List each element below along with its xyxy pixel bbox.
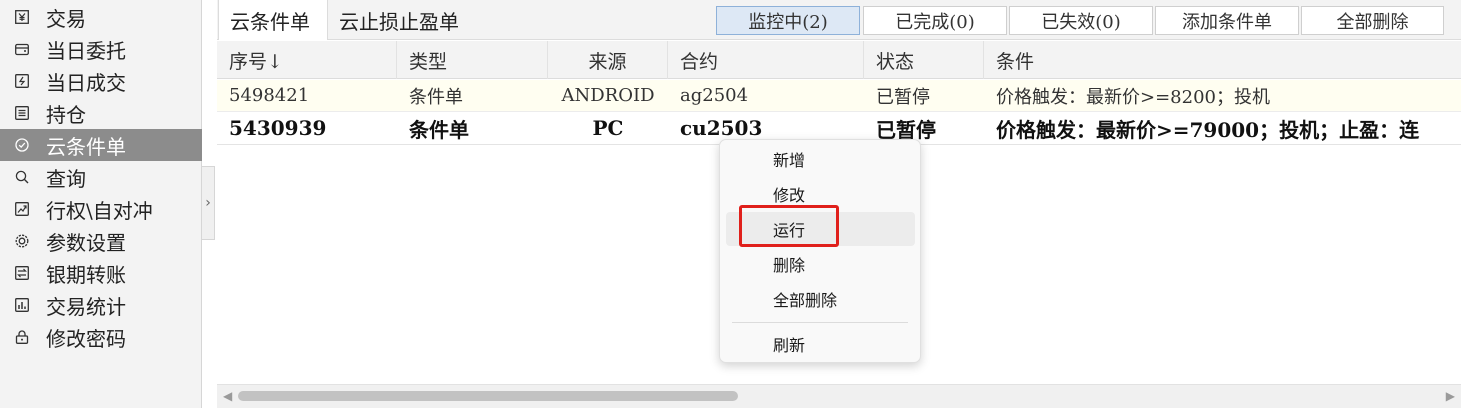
sidebar-item-label: 银期转账 xyxy=(46,262,126,287)
sidebar-item-label: 交易 xyxy=(46,6,86,31)
cell-source: ANDROID xyxy=(561,85,655,106)
column-header-contract[interactable]: 合约 xyxy=(668,41,864,79)
sidebar: 交易 当日委托 当日成交 持仓 云条件单 查询 行权\自对冲 参数设置 银期转账… xyxy=(0,0,202,408)
tab-cloud-conditional[interactable]: 云条件单 xyxy=(218,0,328,40)
wallet-icon xyxy=(14,41,30,57)
scrollbar-thumb[interactable] xyxy=(238,391,738,401)
tab-label: 云止损止盈单 xyxy=(339,9,459,34)
column-header-condition[interactable]: 条件 xyxy=(984,41,1461,79)
cell-type: 条件单 xyxy=(409,86,463,108)
table-header: 序号↓ 类型 来源 合约 状态 条件 xyxy=(217,41,1461,79)
sidebar-collapse-handle[interactable]: › xyxy=(202,166,215,240)
failed-button[interactable]: 已失效(0) xyxy=(1009,6,1153,35)
menu-separator xyxy=(732,322,908,323)
sidebar-item-bank-transfer[interactable]: 银期转账 xyxy=(0,257,202,289)
yen-icon xyxy=(14,9,30,25)
tab-cloud-stop-loss[interactable]: 云止损止盈单 xyxy=(328,0,488,40)
chart-icon xyxy=(14,201,30,217)
bar-chart-icon xyxy=(14,297,30,313)
toolbar: 云条件单 云止损止盈单 监控中(2) 已完成(0) 已失效(0) 添加条件单 全… xyxy=(217,0,1461,40)
menu-item-delete-all[interactable]: 全部删除 xyxy=(726,282,915,316)
sidebar-item-label: 云条件单 xyxy=(46,134,126,159)
sidebar-item-label: 交易统计 xyxy=(46,294,126,319)
table-row[interactable]: 5498421 条件单 ANDROID ag2504 已暂停 价格触发：最新价>… xyxy=(217,80,1461,112)
completed-button[interactable]: 已完成(0) xyxy=(863,6,1007,35)
menu-item-run[interactable]: 运行 xyxy=(726,212,915,246)
context-menu: 新增 修改 运行 删除 全部删除 刷新 xyxy=(719,139,921,363)
transfer-icon xyxy=(14,265,30,281)
add-conditional-button[interactable]: 添加条件单 xyxy=(1155,6,1299,35)
gear-icon xyxy=(14,233,30,249)
sidebar-item-today-deals[interactable]: 当日成交 xyxy=(0,65,202,97)
sidebar-item-label: 当日委托 xyxy=(46,38,126,63)
deal-icon xyxy=(14,73,30,89)
sidebar-item-today-orders[interactable]: 当日委托 xyxy=(0,33,202,65)
cell-id: 5430939 xyxy=(229,116,327,140)
scroll-right-arrow-icon[interactable]: ▶ xyxy=(1446,389,1455,403)
sidebar-item-label: 修改密码 xyxy=(46,326,126,351)
list-icon xyxy=(14,105,30,121)
lock-icon xyxy=(14,329,30,345)
column-header-source[interactable]: 来源 xyxy=(548,41,668,79)
sidebar-item-settings[interactable]: 参数设置 xyxy=(0,225,202,257)
sidebar-item-cloud-conditional[interactable]: 云条件单 xyxy=(0,129,202,161)
chevron-right-icon: › xyxy=(205,195,211,211)
menu-item-delete[interactable]: 删除 xyxy=(726,247,915,281)
cell-id: 5498421 xyxy=(229,85,310,106)
sidebar-item-label: 当日成交 xyxy=(46,70,126,95)
sidebar-item-label: 查询 xyxy=(46,166,86,191)
sidebar-item-label: 行权\自对冲 xyxy=(46,198,153,223)
sidebar-item-exercise[interactable]: 行权\自对冲 xyxy=(0,193,202,225)
sidebar-item-query[interactable]: 查询 xyxy=(0,161,202,193)
cell-condition: 价格触发：最新价>=79000；投机；止盈：连 xyxy=(996,117,1420,142)
menu-item-new[interactable]: 新增 xyxy=(726,142,915,176)
tab-label: 云条件单 xyxy=(230,9,310,34)
cell-condition: 价格触发：最新价>=8200；投机 xyxy=(996,86,1270,108)
search-icon xyxy=(14,169,30,185)
sidebar-item-trade[interactable]: 交易 xyxy=(0,1,202,33)
sidebar-item-statistics[interactable]: 交易统计 xyxy=(0,289,202,321)
column-header-type[interactable]: 类型 xyxy=(397,41,548,79)
sidebar-item-positions[interactable]: 持仓 xyxy=(0,97,202,129)
sidebar-item-change-password[interactable]: 修改密码 xyxy=(0,321,202,353)
cell-contract: ag2504 xyxy=(680,85,749,106)
column-header-id[interactable]: 序号↓ xyxy=(217,41,397,79)
menu-item-edit[interactable]: 修改 xyxy=(726,177,915,211)
sidebar-item-label: 参数设置 xyxy=(46,230,126,255)
menu-item-refresh[interactable]: 刷新 xyxy=(726,327,915,361)
cell-type: 条件单 xyxy=(409,117,469,142)
sidebar-item-label: 持仓 xyxy=(46,102,86,127)
delete-all-button[interactable]: 全部删除 xyxy=(1301,6,1444,35)
column-header-status[interactable]: 状态 xyxy=(864,41,984,79)
scroll-left-arrow-icon[interactable]: ◀ xyxy=(223,389,232,403)
cell-status: 已暂停 xyxy=(876,86,930,108)
horizontal-scrollbar[interactable]: ◀ ▶ xyxy=(217,384,1461,408)
check-circle-icon xyxy=(14,137,30,153)
cell-source: PC xyxy=(592,116,624,140)
monitoring-button[interactable]: 监控中(2) xyxy=(716,6,860,35)
